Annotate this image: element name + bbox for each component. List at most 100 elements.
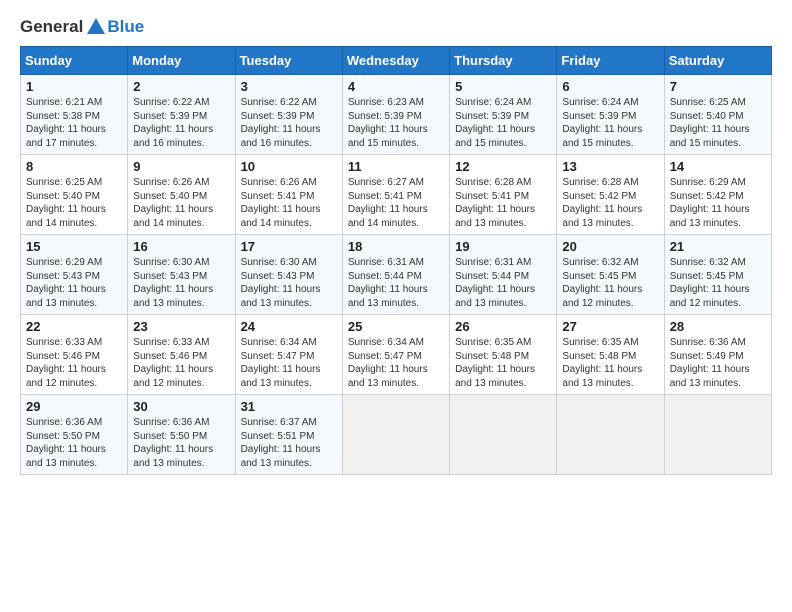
cell-content: Sunrise: 6:24 AMSunset: 5:39 PMDaylight:… [455,97,535,149]
empty-cell [450,395,557,475]
day-number: 1 [26,79,122,94]
day-number: 22 [26,319,122,334]
cell-content: Sunrise: 6:36 AMSunset: 5:49 PMDaylight:… [670,337,750,389]
calendar-day-cell: 2 Sunrise: 6:22 AMSunset: 5:39 PMDayligh… [128,75,235,155]
calendar-day-cell: 31 Sunrise: 6:37 AMSunset: 5:51 PMDaylig… [235,395,342,475]
cell-content: Sunrise: 6:26 AMSunset: 5:40 PMDaylight:… [133,177,213,229]
calendar-day-cell: 19 Sunrise: 6:31 AMSunset: 5:44 PMDaylig… [450,235,557,315]
calendar-day-cell: 17 Sunrise: 6:30 AMSunset: 5:43 PMDaylig… [235,235,342,315]
cell-content: Sunrise: 6:30 AMSunset: 5:43 PMDaylight:… [133,257,213,309]
day-of-week-header: Saturday [664,47,771,75]
cell-content: Sunrise: 6:25 AMSunset: 5:40 PMDaylight:… [26,177,106,229]
cell-content: Sunrise: 6:21 AMSunset: 5:38 PMDaylight:… [26,97,106,149]
day-number: 20 [562,239,658,254]
empty-cell [342,395,449,475]
calendar-day-cell: 13 Sunrise: 6:28 AMSunset: 5:42 PMDaylig… [557,155,664,235]
day-number: 3 [241,79,337,94]
day-number: 31 [241,399,337,414]
cell-content: Sunrise: 6:36 AMSunset: 5:50 PMDaylight:… [133,417,213,469]
day-number: 10 [241,159,337,174]
cell-content: Sunrise: 6:24 AMSunset: 5:39 PMDaylight:… [562,97,642,149]
calendar-day-cell: 22 Sunrise: 6:33 AMSunset: 5:46 PMDaylig… [21,315,128,395]
calendar-table: SundayMondayTuesdayWednesdayThursdayFrid… [20,46,772,475]
day-of-week-header: Sunday [21,47,128,75]
calendar-day-cell: 1 Sunrise: 6:21 AMSunset: 5:38 PMDayligh… [21,75,128,155]
cell-content: Sunrise: 6:33 AMSunset: 5:46 PMDaylight:… [26,337,106,389]
cell-content: Sunrise: 6:28 AMSunset: 5:41 PMDaylight:… [455,177,535,229]
cell-content: Sunrise: 6:36 AMSunset: 5:50 PMDaylight:… [26,417,106,469]
calendar-day-cell: 21 Sunrise: 6:32 AMSunset: 5:45 PMDaylig… [664,235,771,315]
calendar-day-cell: 3 Sunrise: 6:22 AMSunset: 5:39 PMDayligh… [235,75,342,155]
calendar-day-cell: 26 Sunrise: 6:35 AMSunset: 5:48 PMDaylig… [450,315,557,395]
day-number: 14 [670,159,766,174]
day-of-week-header: Friday [557,47,664,75]
day-number: 29 [26,399,122,414]
day-number: 11 [348,159,444,174]
cell-content: Sunrise: 6:34 AMSunset: 5:47 PMDaylight:… [348,337,428,389]
calendar-day-cell: 30 Sunrise: 6:36 AMSunset: 5:50 PMDaylig… [128,395,235,475]
logo-icon [85,16,107,38]
calendar-day-cell: 14 Sunrise: 6:29 AMSunset: 5:42 PMDaylig… [664,155,771,235]
day-number: 7 [670,79,766,94]
day-of-week-header: Wednesday [342,47,449,75]
cell-content: Sunrise: 6:34 AMSunset: 5:47 PMDaylight:… [241,337,321,389]
day-number: 4 [348,79,444,94]
calendar-day-cell: 16 Sunrise: 6:30 AMSunset: 5:43 PMDaylig… [128,235,235,315]
day-number: 5 [455,79,551,94]
day-number: 17 [241,239,337,254]
day-number: 24 [241,319,337,334]
cell-content: Sunrise: 6:30 AMSunset: 5:43 PMDaylight:… [241,257,321,309]
day-of-week-header: Thursday [450,47,557,75]
logo-text-blue: Blue [107,17,144,37]
day-number: 13 [562,159,658,174]
calendar-day-cell: 8 Sunrise: 6:25 AMSunset: 5:40 PMDayligh… [21,155,128,235]
calendar-day-cell: 27 Sunrise: 6:35 AMSunset: 5:48 PMDaylig… [557,315,664,395]
calendar-day-cell: 12 Sunrise: 6:28 AMSunset: 5:41 PMDaylig… [450,155,557,235]
cell-content: Sunrise: 6:28 AMSunset: 5:42 PMDaylight:… [562,177,642,229]
cell-content: Sunrise: 6:23 AMSunset: 5:39 PMDaylight:… [348,97,428,149]
day-number: 12 [455,159,551,174]
cell-content: Sunrise: 6:35 AMSunset: 5:48 PMDaylight:… [562,337,642,389]
day-number: 25 [348,319,444,334]
logo-text-general: General [20,17,83,37]
day-number: 8 [26,159,122,174]
day-number: 30 [133,399,229,414]
cell-content: Sunrise: 6:35 AMSunset: 5:48 PMDaylight:… [455,337,535,389]
calendar-day-cell: 5 Sunrise: 6:24 AMSunset: 5:39 PMDayligh… [450,75,557,155]
cell-content: Sunrise: 6:22 AMSunset: 5:39 PMDaylight:… [133,97,213,149]
cell-content: Sunrise: 6:33 AMSunset: 5:46 PMDaylight:… [133,337,213,389]
cell-content: Sunrise: 6:29 AMSunset: 5:43 PMDaylight:… [26,257,106,309]
day-number: 23 [133,319,229,334]
page-header: General Blue [20,16,772,38]
day-number: 6 [562,79,658,94]
day-number: 19 [455,239,551,254]
day-number: 18 [348,239,444,254]
cell-content: Sunrise: 6:27 AMSunset: 5:41 PMDaylight:… [348,177,428,229]
day-number: 2 [133,79,229,94]
cell-content: Sunrise: 6:37 AMSunset: 5:51 PMDaylight:… [241,417,321,469]
cell-content: Sunrise: 6:31 AMSunset: 5:44 PMDaylight:… [348,257,428,309]
cell-content: Sunrise: 6:25 AMSunset: 5:40 PMDaylight:… [670,97,750,149]
cell-content: Sunrise: 6:32 AMSunset: 5:45 PMDaylight:… [562,257,642,309]
calendar-day-cell: 24 Sunrise: 6:34 AMSunset: 5:47 PMDaylig… [235,315,342,395]
calendar-day-cell: 9 Sunrise: 6:26 AMSunset: 5:40 PMDayligh… [128,155,235,235]
day-number: 16 [133,239,229,254]
empty-cell [557,395,664,475]
cell-content: Sunrise: 6:31 AMSunset: 5:44 PMDaylight:… [455,257,535,309]
calendar-day-cell: 20 Sunrise: 6:32 AMSunset: 5:45 PMDaylig… [557,235,664,315]
calendar-day-cell: 10 Sunrise: 6:26 AMSunset: 5:41 PMDaylig… [235,155,342,235]
cell-content: Sunrise: 6:22 AMSunset: 5:39 PMDaylight:… [241,97,321,149]
day-number: 9 [133,159,229,174]
calendar-day-cell: 6 Sunrise: 6:24 AMSunset: 5:39 PMDayligh… [557,75,664,155]
day-number: 27 [562,319,658,334]
calendar-day-cell: 4 Sunrise: 6:23 AMSunset: 5:39 PMDayligh… [342,75,449,155]
logo: General Blue [20,16,144,38]
calendar-day-cell: 15 Sunrise: 6:29 AMSunset: 5:43 PMDaylig… [21,235,128,315]
calendar-day-cell: 11 Sunrise: 6:27 AMSunset: 5:41 PMDaylig… [342,155,449,235]
calendar-day-cell: 29 Sunrise: 6:36 AMSunset: 5:50 PMDaylig… [21,395,128,475]
calendar-day-cell: 25 Sunrise: 6:34 AMSunset: 5:47 PMDaylig… [342,315,449,395]
calendar-day-cell: 23 Sunrise: 6:33 AMSunset: 5:46 PMDaylig… [128,315,235,395]
day-of-week-header: Tuesday [235,47,342,75]
cell-content: Sunrise: 6:32 AMSunset: 5:45 PMDaylight:… [670,257,750,309]
calendar-day-cell: 18 Sunrise: 6:31 AMSunset: 5:44 PMDaylig… [342,235,449,315]
